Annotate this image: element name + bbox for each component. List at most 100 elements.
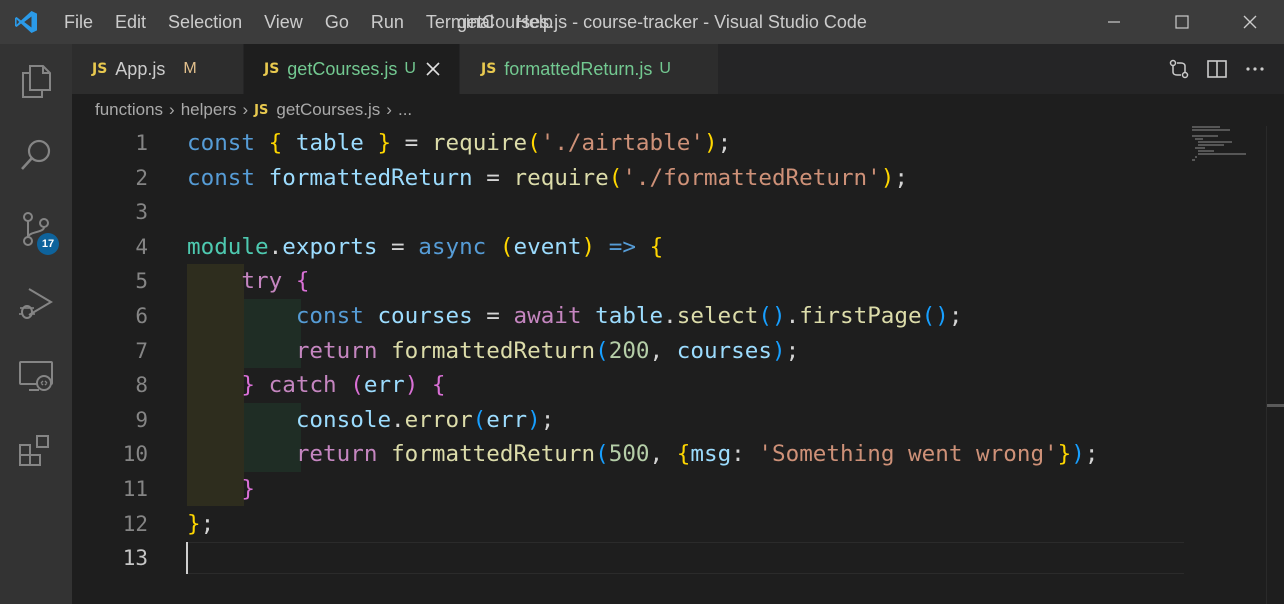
line-number: 5	[135, 269, 148, 294]
extensions-icon	[19, 435, 49, 466]
breadcrumb: functions › helpers › JS getCourses.js ›…	[72, 94, 1284, 126]
source-control-badge: 17	[37, 233, 59, 255]
more-actions-button[interactable]	[1236, 44, 1274, 94]
code-line: 10 return formattedReturn(500, {msg: 'So…	[72, 437, 1182, 472]
code-line: 13	[72, 541, 1182, 576]
menu-view[interactable]: View	[253, 0, 314, 44]
js-file-icon: JS	[254, 102, 269, 118]
code-line: 9 console.error(err);	[72, 403, 1182, 438]
line-number: 7	[135, 338, 148, 363]
line-number: 10	[122, 442, 148, 467]
tab-close-button[interactable]	[426, 62, 440, 76]
code-text: module.exports = async (event) => {	[187, 233, 664, 260]
minimap[interactable]	[1190, 126, 1270, 166]
run-debug-button[interactable]	[0, 266, 72, 340]
menu-selection[interactable]: Selection	[157, 0, 253, 44]
close-icon	[1243, 15, 1257, 29]
maximize-icon	[1175, 15, 1189, 29]
extensions-button[interactable]	[0, 414, 72, 488]
line-number: 11	[122, 477, 148, 501]
chevron-right-icon: ›	[386, 100, 392, 119]
tab-label: formattedReturn.js	[504, 58, 653, 79]
vscode-logo-icon	[0, 0, 52, 44]
tab-label: getCourses.js	[287, 58, 398, 79]
minimize-icon	[1108, 21, 1120, 23]
breadcrumb-symbols[interactable]: ...	[398, 100, 412, 120]
code-text: try {	[241, 268, 310, 295]
ellipsis-icon	[1246, 67, 1264, 71]
tab-git-status: U	[659, 60, 671, 77]
source-control-button[interactable]: 17	[0, 192, 72, 266]
code-text: const { table } = require('./airtable');	[187, 130, 732, 156]
line-number: 9	[135, 407, 148, 432]
search-button[interactable]	[0, 118, 72, 192]
code-text: const courses = await table.select().fir…	[295, 303, 963, 329]
js-file-icon: JS	[481, 61, 497, 77]
open-changes-button[interactable]	[1160, 44, 1198, 94]
line-number: 13	[122, 546, 148, 571]
line-number: 6	[135, 304, 148, 328]
maximize-button[interactable]	[1148, 0, 1216, 44]
menu-terminal[interactable]: Terminal	[415, 0, 505, 44]
breadcrumb-folder-helpers[interactable]: helpers	[181, 100, 237, 120]
tab-app-js[interactable]: JS App.js M	[72, 44, 243, 94]
explorer-button[interactable]	[0, 44, 72, 118]
split-editor-button[interactable]	[1198, 44, 1236, 94]
activity-bar: 17	[0, 44, 72, 604]
chevron-right-icon: ›	[242, 100, 249, 119]
code-line: 3	[72, 195, 1182, 230]
js-file-icon: JS	[92, 61, 108, 77]
chevron-right-icon: ›	[169, 100, 175, 119]
run-debug-icon	[19, 288, 53, 319]
line-number: 1	[135, 131, 148, 155]
editor-actions	[1160, 44, 1284, 94]
breadcrumb-folder-functions[interactable]: functions	[95, 100, 163, 120]
breadcrumb-file[interactable]: getCourses.js	[276, 100, 380, 120]
code-text: } catch (err) {	[241, 372, 446, 399]
code-text: return formattedReturn(500, {msg: 'Somet…	[295, 441, 1099, 468]
scrollbar-cursor-marker	[1267, 404, 1284, 407]
remote-explorer-icon	[19, 361, 53, 391]
close-window-button[interactable]	[1216, 0, 1284, 44]
code-line: 8 } catch (err) {	[72, 368, 1182, 403]
line-number: 8	[135, 373, 148, 398]
menu-edit[interactable]: Edit	[104, 0, 157, 44]
code-line: 1 const { table } = require('./airtable'…	[72, 126, 1182, 161]
code-text: };	[187, 510, 215, 537]
menu-go[interactable]: Go	[314, 0, 360, 44]
code-line: 4 module.exports = async (event) => {	[72, 230, 1182, 265]
split-editor-icon	[1207, 60, 1227, 78]
line-number: 4	[135, 234, 148, 259]
remote-explorer-button[interactable]	[0, 340, 72, 414]
code-line: 11 }	[72, 472, 1182, 507]
vertical-scrollbar[interactable]	[1266, 126, 1284, 604]
code-line: 12 };	[72, 507, 1182, 542]
menu-run[interactable]: Run	[360, 0, 415, 44]
title-bar: File Edit Selection View Go Run Terminal…	[0, 0, 1284, 44]
search-icon	[21, 139, 51, 170]
code-line: 7 return formattedReturn(200, courses);	[72, 334, 1182, 369]
js-file-icon: JS	[264, 61, 280, 77]
tab-git-status: M	[183, 60, 197, 77]
tab-formattedreturn-js[interactable]: JS formattedReturn.js U	[460, 44, 718, 94]
minimize-button[interactable]	[1080, 0, 1148, 44]
tab-getcourses-js[interactable]: JS getCourses.js U	[244, 44, 459, 94]
files-icon	[22, 65, 51, 98]
code-text: return formattedReturn(200, courses);	[295, 337, 800, 364]
menu-help[interactable]: Help	[505, 0, 564, 44]
line-number: 2	[135, 165, 148, 190]
line-number: 3	[135, 200, 148, 225]
menu-file[interactable]: File	[52, 0, 104, 44]
code-text: }	[241, 476, 256, 502]
editor-tab-bar: JS App.js M JS getCourses.js U JS format…	[72, 44, 1284, 94]
code-text: console.error(err);	[295, 406, 555, 433]
line-number: 12	[122, 511, 148, 536]
code-editor[interactable]: 1 const { table } = require('./airtable'…	[72, 126, 1266, 604]
compare-changes-icon	[1169, 59, 1189, 79]
menu-bar: File Edit Selection View Go Run Terminal…	[52, 0, 564, 44]
tab-label: App.js	[115, 58, 166, 79]
tab-git-status: U	[404, 60, 416, 77]
code-line: 5 try {	[72, 264, 1182, 299]
code-line: 6 const courses = await table.select().f…	[72, 299, 1182, 334]
code-line: 2 const formattedReturn = require('./for…	[72, 161, 1182, 196]
